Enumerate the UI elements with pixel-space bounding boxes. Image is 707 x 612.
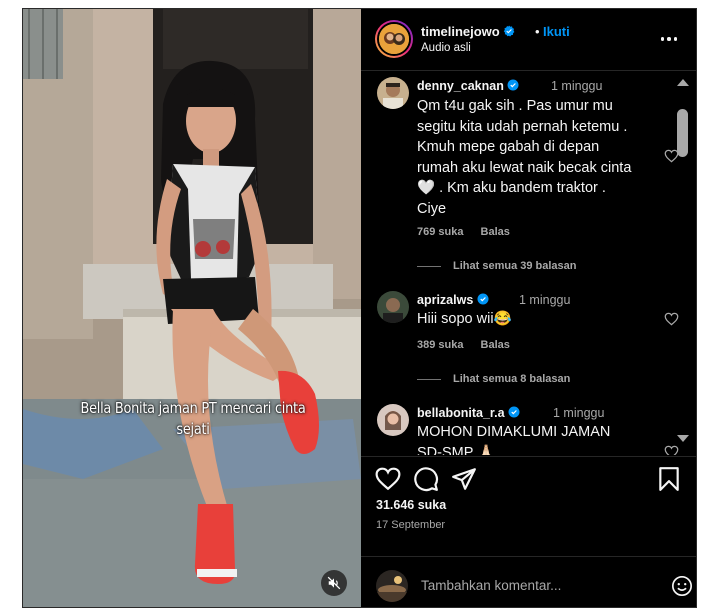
heart-icon[interactable] (664, 312, 679, 326)
scrollbar-down-arrow[interactable] (677, 435, 689, 442)
audio-link[interactable]: Audio asli (421, 42, 471, 54)
add-comment-bar (361, 556, 696, 607)
comment-meta: 769 suka Balas (417, 226, 524, 238)
comment-username[interactable]: aprizalws (417, 293, 489, 307)
post-date[interactable]: 17 September (376, 519, 445, 531)
reply-button[interactable]: Balas (481, 339, 510, 351)
comments-list[interactable]: denny_caknan 1 minggu Qm t4u gak sih . P… (361, 71, 696, 455)
current-user-avatar (376, 570, 408, 602)
comment-meta: 389 suka Balas (417, 339, 524, 351)
view-replies-button[interactable]: Lihat semua 8 balasan (417, 373, 570, 385)
verified-badge-icon (507, 79, 519, 91)
post-photo (23, 9, 361, 607)
emoji-icon[interactable] (671, 575, 693, 597)
video-caption-overlay: Bella Bonita jaman PT mencari cinta seja… (80, 399, 306, 438)
comment-text: Hiii sopo wii😂 (417, 311, 512, 327)
author-avatar-image (379, 24, 409, 54)
view-replies-label: Lihat semua 8 balasan (453, 373, 571, 385)
comment-avatar[interactable] (377, 77, 409, 109)
like-count[interactable]: 31.646 suka (376, 498, 446, 512)
comment-icon[interactable] (413, 466, 439, 492)
share-icon[interactable] (451, 466, 477, 492)
comment-text: MOHON DIMAKLUMI JAMAN SD-SMP 🙏🏻 (417, 424, 611, 455)
reply-button[interactable]: Balas (481, 226, 510, 238)
add-comment-input[interactable] (421, 574, 641, 596)
author-username[interactable]: timelinejowo (421, 24, 515, 39)
heart-icon[interactable] (664, 445, 679, 455)
muted-speaker-icon (327, 576, 341, 590)
post-header: timelinejowo • Ikuti Audio asli (361, 9, 696, 71)
comment-timestamp[interactable]: 1 minggu (551, 79, 602, 93)
comment-text: Qm t4u gak sih . Pas umur mu segitu kita… (417, 98, 632, 217)
comment-username-text: denny_caknan (417, 79, 504, 93)
post-side-panel: timelinejowo • Ikuti Audio asli denny_ca… (361, 9, 696, 607)
verified-badge-icon (508, 406, 520, 418)
more-options-icon[interactable] (657, 29, 681, 49)
verified-badge-icon (477, 293, 489, 305)
mute-button[interactable] (321, 570, 347, 596)
comment-avatar[interactable] (377, 291, 409, 323)
bookmark-icon[interactable] (656, 466, 682, 492)
heart-icon[interactable] (375, 466, 401, 492)
comment-timestamp[interactable]: 1 minggu (519, 293, 570, 307)
verified-badge-icon (504, 25, 515, 37)
comment-username-text: bellabonita_r.a (417, 406, 505, 420)
comment-username-text: aprizalws (417, 293, 474, 307)
post-media[interactable]: Bella Bonita jaman PT mencari cinta seja… (23, 9, 361, 607)
view-replies-button[interactable]: Lihat semua 39 balasan (417, 260, 577, 272)
scrollbar-up-arrow[interactable] (677, 79, 689, 86)
scrollbar-thumb[interactable] (677, 109, 688, 157)
comment-username[interactable]: denny_caknan (417, 79, 519, 93)
comment-avatar[interactable] (377, 404, 409, 436)
follow-button[interactable]: Ikuti (543, 24, 570, 39)
view-replies-label: Lihat semua 39 balasan (453, 260, 577, 272)
author-avatar[interactable] (375, 20, 413, 58)
post-modal: Bella Bonita jaman PT mencari cinta seja… (22, 8, 697, 608)
comment-like-count[interactable]: 389 suka (417, 339, 463, 351)
comment-like-count[interactable]: 769 suka (417, 226, 463, 238)
author-username-text: timelinejowo (421, 24, 500, 39)
comment-username[interactable]: bellabonita_r.a (417, 406, 520, 420)
comment-timestamp[interactable]: 1 minggu (553, 406, 604, 420)
header-separator-dot: • (535, 24, 540, 39)
